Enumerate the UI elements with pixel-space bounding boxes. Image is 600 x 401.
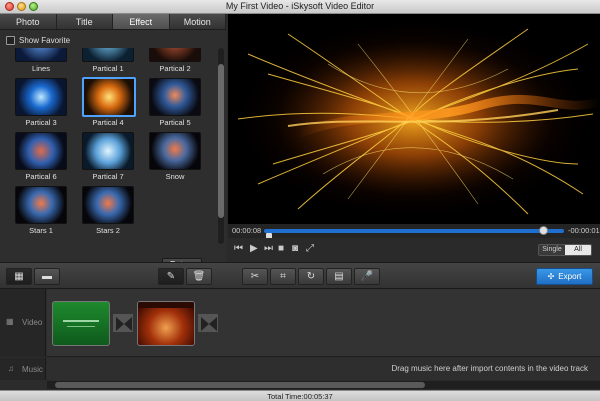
- music-track-label: Music: [22, 365, 43, 374]
- effect-label: Snow: [165, 172, 185, 181]
- seek-row: 00:00:08 -00:00:01: [228, 224, 600, 238]
- clip-stage-top: [138, 302, 194, 308]
- previous-icon[interactable]: ⏮: [234, 243, 243, 254]
- effect-thumb-stars-2[interactable]: [82, 186, 134, 224]
- transition-icon: [116, 317, 132, 331]
- delete-icon[interactable]: 🗑: [186, 268, 212, 285]
- effect-label: Partical 3: [25, 118, 57, 127]
- effect-thumb-lines[interactable]: [15, 48, 67, 62]
- show-favorite-label: Show Favorite: [19, 35, 71, 45]
- playback-mode-toggle[interactable]: Single All: [538, 244, 592, 256]
- crop-icon[interactable]: ⌗: [270, 268, 296, 285]
- film-icon: ▦: [6, 317, 14, 326]
- effects-grid: Lines Partical 1 Partical 2 Partical 3 P…: [0, 48, 216, 244]
- seek-bar[interactable]: [264, 229, 564, 233]
- video-track[interactable]: [47, 289, 600, 357]
- media-library-panel: Photo Title Effect Motion Show Favorite …: [0, 14, 226, 271]
- effect-thumb-partical-7[interactable]: [82, 132, 134, 170]
- video-preview: [228, 14, 600, 224]
- show-favorite-checkbox[interactable]: [6, 35, 15, 45]
- total-time: Total Time:00:05:37: [267, 392, 333, 401]
- video-track-label: Video: [22, 318, 43, 327]
- export-icon: ✣: [547, 272, 555, 281]
- fullscreen-icon[interactable]: ⤢: [306, 243, 314, 254]
- microphone-icon[interactable]: 🎤: [354, 268, 380, 285]
- show-favorite-row[interactable]: Show Favorite: [6, 34, 70, 46]
- mode-all[interactable]: All: [565, 245, 591, 255]
- effect-label: Stars 2: [96, 226, 120, 235]
- export-label: Export: [558, 272, 582, 281]
- effect-thumb-partical-2[interactable]: [149, 48, 201, 62]
- effect-thumb-stars-1[interactable]: [15, 186, 67, 224]
- effect-label: Partical 6: [25, 172, 57, 181]
- library-tabs: Photo Title Effect Motion: [0, 14, 226, 30]
- current-time: 00:00:08: [232, 226, 262, 235]
- tab-photo[interactable]: Photo: [0, 14, 57, 29]
- transition-slot[interactable]: [197, 313, 219, 333]
- snapshot-icon[interactable]: ◙: [292, 243, 298, 254]
- effect-thumb-partical-1[interactable]: [82, 48, 134, 62]
- storyboard-view-icon[interactable]: ▦: [6, 268, 32, 285]
- effect-label: Lines: [32, 64, 50, 73]
- window-title: My First Video - iSkysoft Video Editor: [225, 1, 375, 11]
- export-button[interactable]: ✣ Export: [536, 268, 593, 285]
- effect-label: Partical 1: [92, 64, 124, 73]
- effect-label: Partical 5: [159, 118, 191, 127]
- player-controls: ⏮ ▶ ⏭ ■ ◙ ⤢ Single All: [228, 238, 600, 262]
- timeline: ▦ Video ♫ Music Drag music here after im…: [0, 289, 600, 390]
- title-bar: My First Video - iSkysoft Video Editor: [0, 0, 600, 14]
- tab-effect[interactable]: Effect: [113, 14, 170, 29]
- remaining-time: -00:00:01: [568, 226, 600, 235]
- clip-title-line: [67, 326, 95, 327]
- music-track[interactable]: Drag music here after import contents in…: [47, 358, 600, 380]
- effects-scrollbar[interactable]: [218, 48, 224, 244]
- video-clip[interactable]: [52, 301, 110, 346]
- music-track-header: ♫ Music: [0, 358, 46, 380]
- seek-knob[interactable]: [539, 226, 548, 235]
- effect-thumb-partical-5[interactable]: [149, 78, 201, 116]
- settings-icon[interactable]: ▤: [326, 268, 352, 285]
- tab-motion[interactable]: Motion: [169, 14, 226, 29]
- preview-particle-image: [228, 14, 600, 224]
- effect-label: Stars 1: [29, 226, 53, 235]
- cut-icon[interactable]: ✂: [242, 268, 268, 285]
- effects-scrollbar-thumb[interactable]: [218, 64, 224, 218]
- editing-toolbar: ▦ ▬ ✎ 🗑 ✂ ⌗ ↻ ▤ 🎤 ✣ Export: [0, 262, 600, 289]
- edit-icon[interactable]: ✎: [158, 268, 184, 285]
- timeline-scrollbar-thumb[interactable]: [55, 382, 425, 388]
- tab-title[interactable]: Title: [56, 14, 113, 29]
- timeline-scrollbar[interactable]: [47, 381, 600, 389]
- effect-label: Partical 4: [92, 118, 124, 127]
- video-track-header: ▦ Video: [0, 289, 46, 357]
- clip-title-line: [63, 320, 99, 322]
- transition-icon: [201, 317, 217, 331]
- effect-label: Partical 7: [92, 172, 124, 181]
- rotate-icon[interactable]: ↻: [298, 268, 324, 285]
- effect-thumb-snow[interactable]: [149, 132, 201, 170]
- music-note-icon: ♫: [8, 364, 14, 373]
- effect-thumb-partical-3[interactable]: [15, 78, 67, 116]
- video-clip[interactable]: [137, 301, 195, 346]
- status-bar: Total Time:00:05:37: [0, 390, 600, 401]
- next-icon[interactable]: ⏭: [264, 243, 273, 254]
- effect-label: Partical 2: [159, 64, 191, 73]
- effect-thumb-partical-6[interactable]: [15, 132, 67, 170]
- play-icon[interactable]: ▶: [250, 243, 258, 254]
- transition-slot[interactable]: [112, 313, 134, 333]
- mode-single[interactable]: Single: [539, 245, 565, 255]
- music-drop-hint: Drag music here after import contents in…: [391, 364, 588, 373]
- effect-thumb-partical-4[interactable]: [82, 77, 136, 117]
- stop-icon[interactable]: ■: [278, 243, 284, 254]
- timeline-view-icon[interactable]: ▬: [34, 268, 60, 285]
